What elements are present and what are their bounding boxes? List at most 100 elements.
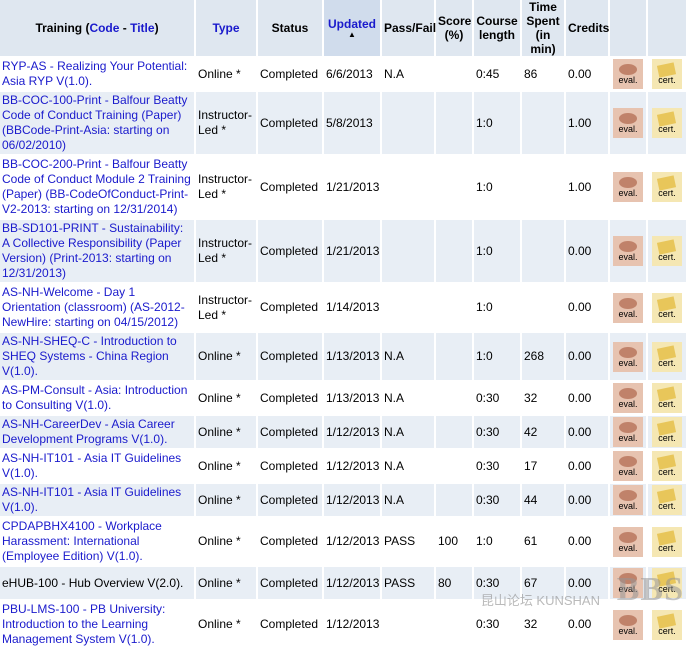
credits-cell: 0.00 — [566, 333, 608, 380]
credits-cell: 0.00 — [566, 382, 608, 414]
training-link[interactable]: BB-COC-100-Print - Balfour Beatty Code o… — [2, 93, 187, 152]
eval-cell: eval. — [610, 220, 646, 282]
eval-button[interactable]: eval. — [613, 451, 643, 481]
eval-label: eval. — [618, 75, 638, 85]
updated-cell: 1/21/2013 — [324, 220, 380, 282]
watermark-sub: 昆山论坛 KUNSHAN — [480, 593, 600, 608]
status-cell: Completed — [258, 518, 322, 565]
eval-button[interactable]: eval. — [613, 485, 643, 515]
training-link[interactable]: RYP-AS - Realizing Your Potential: Asia … — [2, 59, 187, 88]
training-link[interactable]: AS-NH-IT101 - Asia IT Guidelines V(1.0). — [2, 485, 181, 514]
eval-button[interactable]: eval. — [613, 292, 643, 323]
cert-button[interactable]: cert. — [652, 341, 682, 372]
cert-button[interactable]: cert. — [652, 172, 682, 202]
pass-fail-cell — [382, 220, 434, 282]
header-updated: Updated ▲ — [324, 0, 380, 56]
training-link[interactable]: CPDAPBHX4100 - Workplace Harassment: Int… — [2, 519, 162, 563]
cert-cell: cert. — [648, 58, 686, 90]
cert-cell: cert. — [648, 220, 686, 282]
time-spent-cell: 44 — [522, 484, 564, 516]
eval-button[interactable]: eval. — [613, 383, 643, 413]
header-course-length: Course length — [474, 0, 520, 56]
score-cell: 80 — [436, 567, 472, 599]
status-cell: Completed — [258, 156, 322, 218]
cert-button[interactable]: cert. — [652, 417, 682, 447]
type-cell: Online * — [196, 382, 256, 414]
cert-button[interactable]: cert. — [652, 485, 682, 515]
eval-cell: eval. — [610, 333, 646, 380]
sort-by-updated-link[interactable]: Updated — [328, 17, 376, 31]
eval-button[interactable]: eval. — [613, 609, 643, 640]
table-row: BB-SD101-PRINT - Sustainability: A Colle… — [0, 220, 686, 282]
eval-button[interactable]: eval. — [613, 108, 643, 138]
cert-label: cert. — [658, 357, 676, 368]
training-cell: AS-NH-IT101 - Asia IT Guidelines V(1.0). — [0, 484, 194, 516]
credits-cell: 1.00 — [566, 156, 608, 218]
eval-button[interactable]: eval. — [613, 59, 643, 89]
pass-fail-cell: N.A — [382, 450, 434, 482]
header-type: Type — [196, 0, 256, 56]
eval-button[interactable]: eval. — [613, 417, 643, 447]
training-link[interactable]: AS-PM-Consult - Asia: Introduction to Co… — [2, 383, 187, 412]
eval-label: eval. — [618, 399, 638, 409]
time-spent-cell: 86 — [522, 58, 564, 90]
eval-label: eval. — [618, 357, 638, 368]
sort-by-code-link[interactable]: Code — [89, 21, 119, 35]
training-link[interactable]: AS-NH-SHEQ-C - Introduction to SHEQ Syst… — [2, 334, 177, 378]
training-link[interactable]: BB-COC-200-Print - Balfour Beatty Code o… — [2, 157, 191, 216]
cert-label: cert. — [658, 188, 676, 198]
updated-cell: 1/13/2013 — [324, 333, 380, 380]
cert-button[interactable]: cert. — [652, 59, 682, 89]
cert-cell: cert. — [648, 333, 686, 380]
sort-by-title-link[interactable]: Title — [130, 21, 154, 35]
eval-label: eval. — [618, 467, 638, 477]
updated-cell: 1/12/2013 — [324, 450, 380, 482]
type-cell: Online * — [196, 518, 256, 565]
sort-by-type-link[interactable]: Type — [212, 21, 239, 35]
table-row: BB-COC-200-Print - Balfour Beatty Code o… — [0, 156, 686, 218]
pass-fail-cell: N.A — [382, 333, 434, 380]
credits-cell: 0.00 — [566, 58, 608, 90]
table-row: AS-NH-IT101 - Asia IT Guidelines V(1.0).… — [0, 450, 686, 482]
training-link[interactable]: AS-NH-CareerDev - Asia Career Developmen… — [2, 417, 175, 446]
updated-cell: 6/6/2013 — [324, 58, 380, 90]
table-row: AS-PM-Consult - Asia: Introduction to Co… — [0, 382, 686, 414]
eval-button[interactable]: eval. — [613, 172, 643, 202]
cert-button[interactable]: cert. — [652, 609, 682, 640]
course-length-cell: 0:30 — [474, 450, 520, 482]
training-cell: PBU-LMS-100 - PB University: Introductio… — [0, 601, 194, 648]
cert-label: cert. — [658, 542, 676, 553]
cert-button[interactable]: cert. — [652, 108, 682, 138]
training-link[interactable]: AS-NH-Welcome - Day 1 Orientation (class… — [2, 285, 185, 329]
updated-cell: 1/14/2013 — [324, 284, 380, 331]
score-cell — [436, 484, 472, 516]
eval-button[interactable]: eval. — [613, 236, 643, 266]
score-cell — [436, 450, 472, 482]
score-cell — [436, 601, 472, 648]
training-link[interactable]: BB-SD101-PRINT - Sustainability: A Colle… — [2, 221, 183, 280]
eval-cell: eval. — [610, 450, 646, 482]
course-length-cell: 0:45 — [474, 58, 520, 90]
cert-button[interactable]: cert. — [652, 451, 682, 481]
cert-button[interactable]: cert. — [652, 292, 682, 323]
type-cell: Online * — [196, 484, 256, 516]
cert-button[interactable]: cert. — [652, 236, 682, 266]
training-link[interactable]: AS-NH-IT101 - Asia IT Guidelines V(1.0). — [2, 451, 181, 480]
time-spent-cell — [522, 284, 564, 331]
eval-button[interactable]: eval. — [613, 526, 643, 557]
cert-cell: cert. — [648, 156, 686, 218]
type-cell: Instructor-Led * — [196, 156, 256, 218]
eval-cell: eval. — [610, 156, 646, 218]
time-spent-cell: 17 — [522, 450, 564, 482]
cert-button[interactable]: cert. — [652, 526, 682, 557]
training-cell: AS-NH-CareerDev - Asia Career Developmen… — [0, 416, 194, 448]
eval-button[interactable]: eval. — [613, 341, 643, 372]
status-cell: Completed — [258, 484, 322, 516]
type-cell: Online * — [196, 416, 256, 448]
cert-button[interactable]: cert. — [652, 383, 682, 413]
training-cell: eHUB-100 - Hub Overview V(2.0). — [0, 567, 194, 599]
updated-cell: 1/12/2013 — [324, 567, 380, 599]
type-cell: Instructor-Led * — [196, 92, 256, 154]
training-cell: BB-COC-200-Print - Balfour Beatty Code o… — [0, 156, 194, 218]
time-spent-cell — [522, 220, 564, 282]
